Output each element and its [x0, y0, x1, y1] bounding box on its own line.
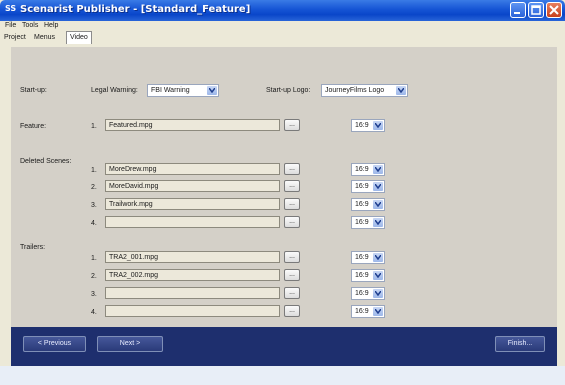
aspect-value: 16:9	[355, 290, 369, 297]
deleted-scene-1-field[interactable]: MoreDrew.mpg	[105, 163, 280, 175]
video-settings-panel: Start-up: Legal Warning: FBI Warning Sta…	[11, 47, 557, 327]
chevron-down-icon[interactable]	[373, 307, 383, 316]
trailers-label: Trailers:	[20, 244, 46, 251]
startup-label: Start-up:	[20, 87, 47, 94]
tab-video[interactable]: Video	[66, 31, 92, 44]
trailer-1-field[interactable]: TRA2_001.mpg	[105, 251, 280, 263]
chevron-down-icon[interactable]	[373, 121, 383, 130]
deleted-scene-4-browse-button[interactable]: ...	[284, 216, 300, 228]
chevron-down-icon[interactable]	[373, 271, 383, 280]
deleted-row-number: 3.	[91, 202, 97, 209]
deleted-scene-2-aspect-select[interactable]: 16:9	[351, 180, 385, 193]
aspect-value: 16:9	[355, 201, 369, 208]
deleted-scene-2-browse-button[interactable]: ...	[284, 180, 300, 192]
app-window: SS Scenarist Publisher - [Standard_Featu…	[0, 0, 565, 385]
aspect-value: 16:9	[355, 219, 369, 226]
trailer-2-browse-button[interactable]: ...	[284, 269, 300, 281]
wizard-nav-bar: < Previous Next > Finish...	[11, 327, 557, 366]
menu-file[interactable]: File	[5, 22, 16, 29]
tab-project[interactable]: Project	[1, 32, 29, 44]
feature-aspect-select[interactable]: 16:9	[351, 119, 385, 132]
legal-warning-value: FBI Warning	[151, 87, 190, 94]
trailer-1-browse-button[interactable]: ...	[284, 251, 300, 263]
startup-logo-value: JourneyFilms Logo	[325, 87, 385, 94]
feature-browse-button[interactable]: ...	[284, 119, 300, 131]
maximize-icon	[531, 5, 541, 15]
chevron-down-icon[interactable]	[373, 289, 383, 298]
app-icon: SS	[5, 4, 17, 13]
deleted-row-number: 1.	[91, 167, 97, 174]
aspect-value: 16:9	[355, 122, 369, 129]
menu-help[interactable]: Help	[44, 22, 58, 29]
deleted-scene-3-field[interactable]: Trailwork.mpg	[105, 198, 280, 210]
aspect-value: 16:9	[355, 166, 369, 173]
deleted-scenes-label: Deleted Scenes:	[20, 158, 72, 165]
deleted-scene-1-browse-button[interactable]: ...	[284, 163, 300, 175]
close-button[interactable]	[546, 2, 562, 18]
trailer-3-field[interactable]	[105, 287, 280, 299]
chevron-down-icon[interactable]	[396, 86, 406, 95]
chevron-down-icon[interactable]	[207, 86, 217, 95]
aspect-value: 16:9	[355, 272, 369, 279]
status-bar	[0, 366, 565, 385]
legal-warning-select[interactable]: FBI Warning	[147, 84, 219, 97]
close-icon	[549, 5, 559, 15]
chevron-down-icon[interactable]	[373, 165, 383, 174]
deleted-scene-4-aspect-select[interactable]: 16:9	[351, 216, 385, 229]
deleted-row-number: 2.	[91, 184, 97, 191]
startup-logo-label: Start-up Logo:	[266, 87, 311, 94]
chevron-down-icon[interactable]	[373, 182, 383, 191]
finish-button[interactable]: Finish...	[495, 336, 545, 352]
minimize-button[interactable]	[510, 2, 526, 18]
aspect-value: 16:9	[355, 183, 369, 190]
previous-button[interactable]: < Previous	[23, 336, 86, 352]
deleted-scene-2-field[interactable]: MoreDavid.mpg	[105, 180, 280, 192]
minimize-icon	[514, 12, 520, 14]
title-bar[interactable]: SS Scenarist Publisher - [Standard_Featu…	[0, 0, 565, 21]
trailer-row-number: 3.	[91, 291, 97, 298]
startup-logo-select[interactable]: JourneyFilms Logo	[321, 84, 408, 97]
chevron-down-icon[interactable]	[373, 218, 383, 227]
tab-strip: Project Menus Video	[0, 31, 565, 44]
chevron-down-icon[interactable]	[373, 200, 383, 209]
feature-label: Feature:	[20, 123, 47, 130]
feature-row-number: 1.	[91, 123, 97, 130]
aspect-value: 16:9	[355, 308, 369, 315]
feature-file-field[interactable]: Featured.mpg	[105, 119, 280, 131]
legal-warning-label: Legal Warning:	[91, 87, 138, 94]
trailer-row-number: 1.	[91, 255, 97, 262]
window-title: Scenarist Publisher - [Standard_Feature]	[20, 4, 251, 15]
trailer-3-browse-button[interactable]: ...	[284, 287, 300, 299]
maximize-button[interactable]	[528, 2, 544, 18]
deleted-scene-4-field[interactable]	[105, 216, 280, 228]
tab-menus[interactable]: Menus	[31, 32, 58, 44]
trailer-1-aspect-select[interactable]: 16:9	[351, 251, 385, 264]
trailer-4-field[interactable]	[105, 305, 280, 317]
trailer-row-number: 2.	[91, 273, 97, 280]
trailer-4-browse-button[interactable]: ...	[284, 305, 300, 317]
deleted-scene-3-browse-button[interactable]: ...	[284, 198, 300, 210]
aspect-value: 16:9	[355, 254, 369, 261]
trailer-2-aspect-select[interactable]: 16:9	[351, 269, 385, 282]
trailer-4-aspect-select[interactable]: 16:9	[351, 305, 385, 318]
next-button[interactable]: Next >	[97, 336, 163, 352]
trailer-2-field[interactable]: TRA2_002.mpg	[105, 269, 280, 281]
deleted-row-number: 4.	[91, 220, 97, 227]
chevron-down-icon[interactable]	[373, 253, 383, 262]
deleted-scene-1-aspect-select[interactable]: 16:9	[351, 163, 385, 176]
trailer-row-number: 4.	[91, 309, 97, 316]
deleted-scene-3-aspect-select[interactable]: 16:9	[351, 198, 385, 211]
menu-tools[interactable]: Tools	[22, 22, 38, 29]
trailer-3-aspect-select[interactable]: 16:9	[351, 287, 385, 300]
